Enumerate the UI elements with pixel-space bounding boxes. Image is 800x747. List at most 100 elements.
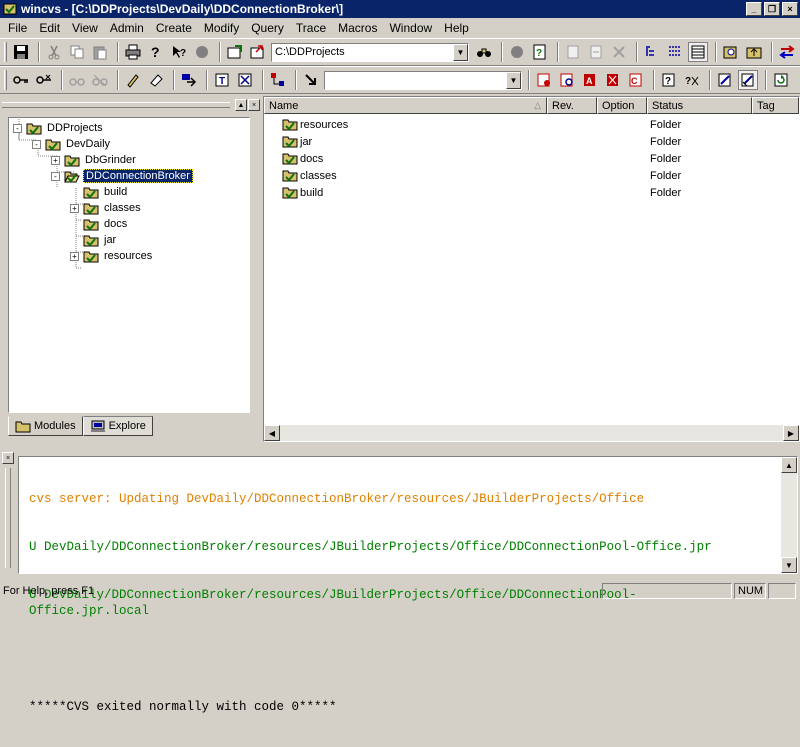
horizontal-scrollbar[interactable]: ◀ ▶ [264,425,799,441]
show-ignored-button[interactable] [715,70,735,90]
toolbar-grip[interactable] [4,42,7,62]
sync-button[interactable] [777,42,797,62]
stop-button[interactable] [192,42,212,62]
menu-edit[interactable]: Edit [33,21,66,35]
tag-button[interactable]: T [212,70,232,90]
logout-button[interactable] [34,70,54,90]
branch-button[interactable] [268,70,288,90]
tree-node[interactable]: - DDProjects [13,120,105,136]
filter-combo[interactable]: ▼ [324,70,522,90]
output-grip[interactable] [5,468,11,568]
location-combo[interactable]: C:\DDProjects ▼ [271,42,469,62]
scroll-right-button[interactable]: ▶ [783,425,799,441]
file-row[interactable]: build [282,184,323,201]
tab-explore[interactable]: Explore [82,416,153,436]
tree-node[interactable]: + DbGrinder [51,152,138,168]
menu-trace[interactable]: Trace [290,21,332,35]
folder-up-button[interactable] [744,42,764,62]
pane-close-button[interactable]: × [248,99,260,111]
file-row[interactable]: resources [282,116,348,133]
tree-view-button[interactable] [642,42,662,62]
menu-admin[interactable]: Admin [104,21,150,35]
copy-button[interactable] [67,42,87,62]
file-row[interactable]: classes [282,167,337,184]
file-row[interactable]: docs [282,150,323,167]
show-added-button[interactable]: A [580,70,600,90]
file-row[interactable]: jar [282,133,312,150]
change-browser-button[interactable] [248,42,268,62]
column-header-tag[interactable]: Tag [752,97,799,114]
menu-help[interactable]: Help [438,21,475,35]
tab-modules[interactable]: Modules [8,416,83,436]
show-all-button[interactable] [738,70,758,90]
tree-node[interactable]: + classes [70,200,143,216]
tree-node[interactable]: - DevDaily [32,136,112,152]
filter-combo-dropdown[interactable]: ▼ [506,71,521,89]
menu-modify[interactable]: Modify [198,21,245,35]
paste-button[interactable] [90,42,110,62]
scroll-left-button[interactable]: ◀ [264,425,280,441]
cvs-info-button[interactable]: ? [530,42,550,62]
details-view-button[interactable] [688,42,708,62]
column-header-option[interactable]: Option [597,97,647,114]
editors-button[interactable] [179,70,199,90]
scroll-up-button[interactable]: ▲ [781,457,797,473]
flat-view-button[interactable] [665,42,685,62]
menu-macros[interactable]: Macros [332,21,383,35]
tree-node[interactable]: jar [70,232,118,248]
context-help-button[interactable]: ? [169,42,189,62]
tree-node[interactable]: + resources [70,248,154,264]
find-button[interactable] [721,42,741,62]
menu-query[interactable]: Query [245,21,290,35]
show-modified-button[interactable] [534,70,554,90]
unedit-button[interactable] [146,70,166,90]
column-header-rev[interactable]: Rev. [547,97,597,114]
tree-node[interactable]: docs [70,216,129,232]
browse-location-button[interactable] [225,42,245,62]
refresh-button[interactable] [771,70,791,90]
tree-node[interactable]: build [70,184,129,200]
menu-file[interactable]: File [2,21,33,35]
delete-tag-button[interactable] [235,70,255,90]
help-button[interactable]: ? [146,42,166,62]
tree-expander[interactable]: + [51,155,60,165]
watch-on-button[interactable] [67,70,87,90]
column-header-name[interactable]: Name △ [264,97,547,114]
show-changed-button[interactable]: C [626,70,646,90]
restore-button[interactable]: ❐ [764,2,780,16]
remove-selection-button[interactable] [609,42,629,62]
horizontal-splitter[interactable] [0,442,800,452]
menu-window[interactable]: Window [383,21,438,35]
output-console[interactable]: cvs server: Updating DevDaily/DDConnecti… [18,456,798,714]
tree-expander[interactable]: - [51,171,60,181]
vertical-scrollbar[interactable]: ▲ ▼ [781,457,797,573]
tree-expander[interactable]: - [13,123,22,133]
location-combo-dropdown[interactable]: ▼ [453,43,468,61]
close-button[interactable]: × [782,2,798,16]
browse-button[interactable] [474,42,494,62]
scroll-down-button[interactable]: ▼ [781,557,797,573]
menu-create[interactable]: Create [150,21,198,35]
tree-expander[interactable]: + [70,251,79,261]
show-removed-button[interactable] [603,70,623,90]
commit-selection-button[interactable] [586,42,606,62]
save-button[interactable] [11,42,31,62]
merge-button[interactable] [301,70,321,90]
tree-expander[interactable]: + [70,203,79,213]
show-missing-button[interactable]: ? [682,70,702,90]
show-unknown-button[interactable]: ? [659,70,679,90]
tree-expander[interactable]: - [32,139,41,149]
output-close-button[interactable]: × [2,452,14,464]
login-button[interactable] [11,70,31,90]
watch-off-button[interactable] [90,70,110,90]
print-button[interactable] [123,42,143,62]
show-conflict-button[interactable] [557,70,577,90]
pane-maximize-button[interactable]: ▲ [235,99,247,111]
menu-view[interactable]: View [66,21,104,35]
edit-button[interactable] [123,70,143,90]
column-header-status[interactable]: Status [647,97,752,114]
cut-button[interactable] [44,42,64,62]
minimize-button[interactable]: _ [746,2,762,16]
stop-cvs-button[interactable] [507,42,527,62]
toolbar-grip-2[interactable] [4,70,7,90]
